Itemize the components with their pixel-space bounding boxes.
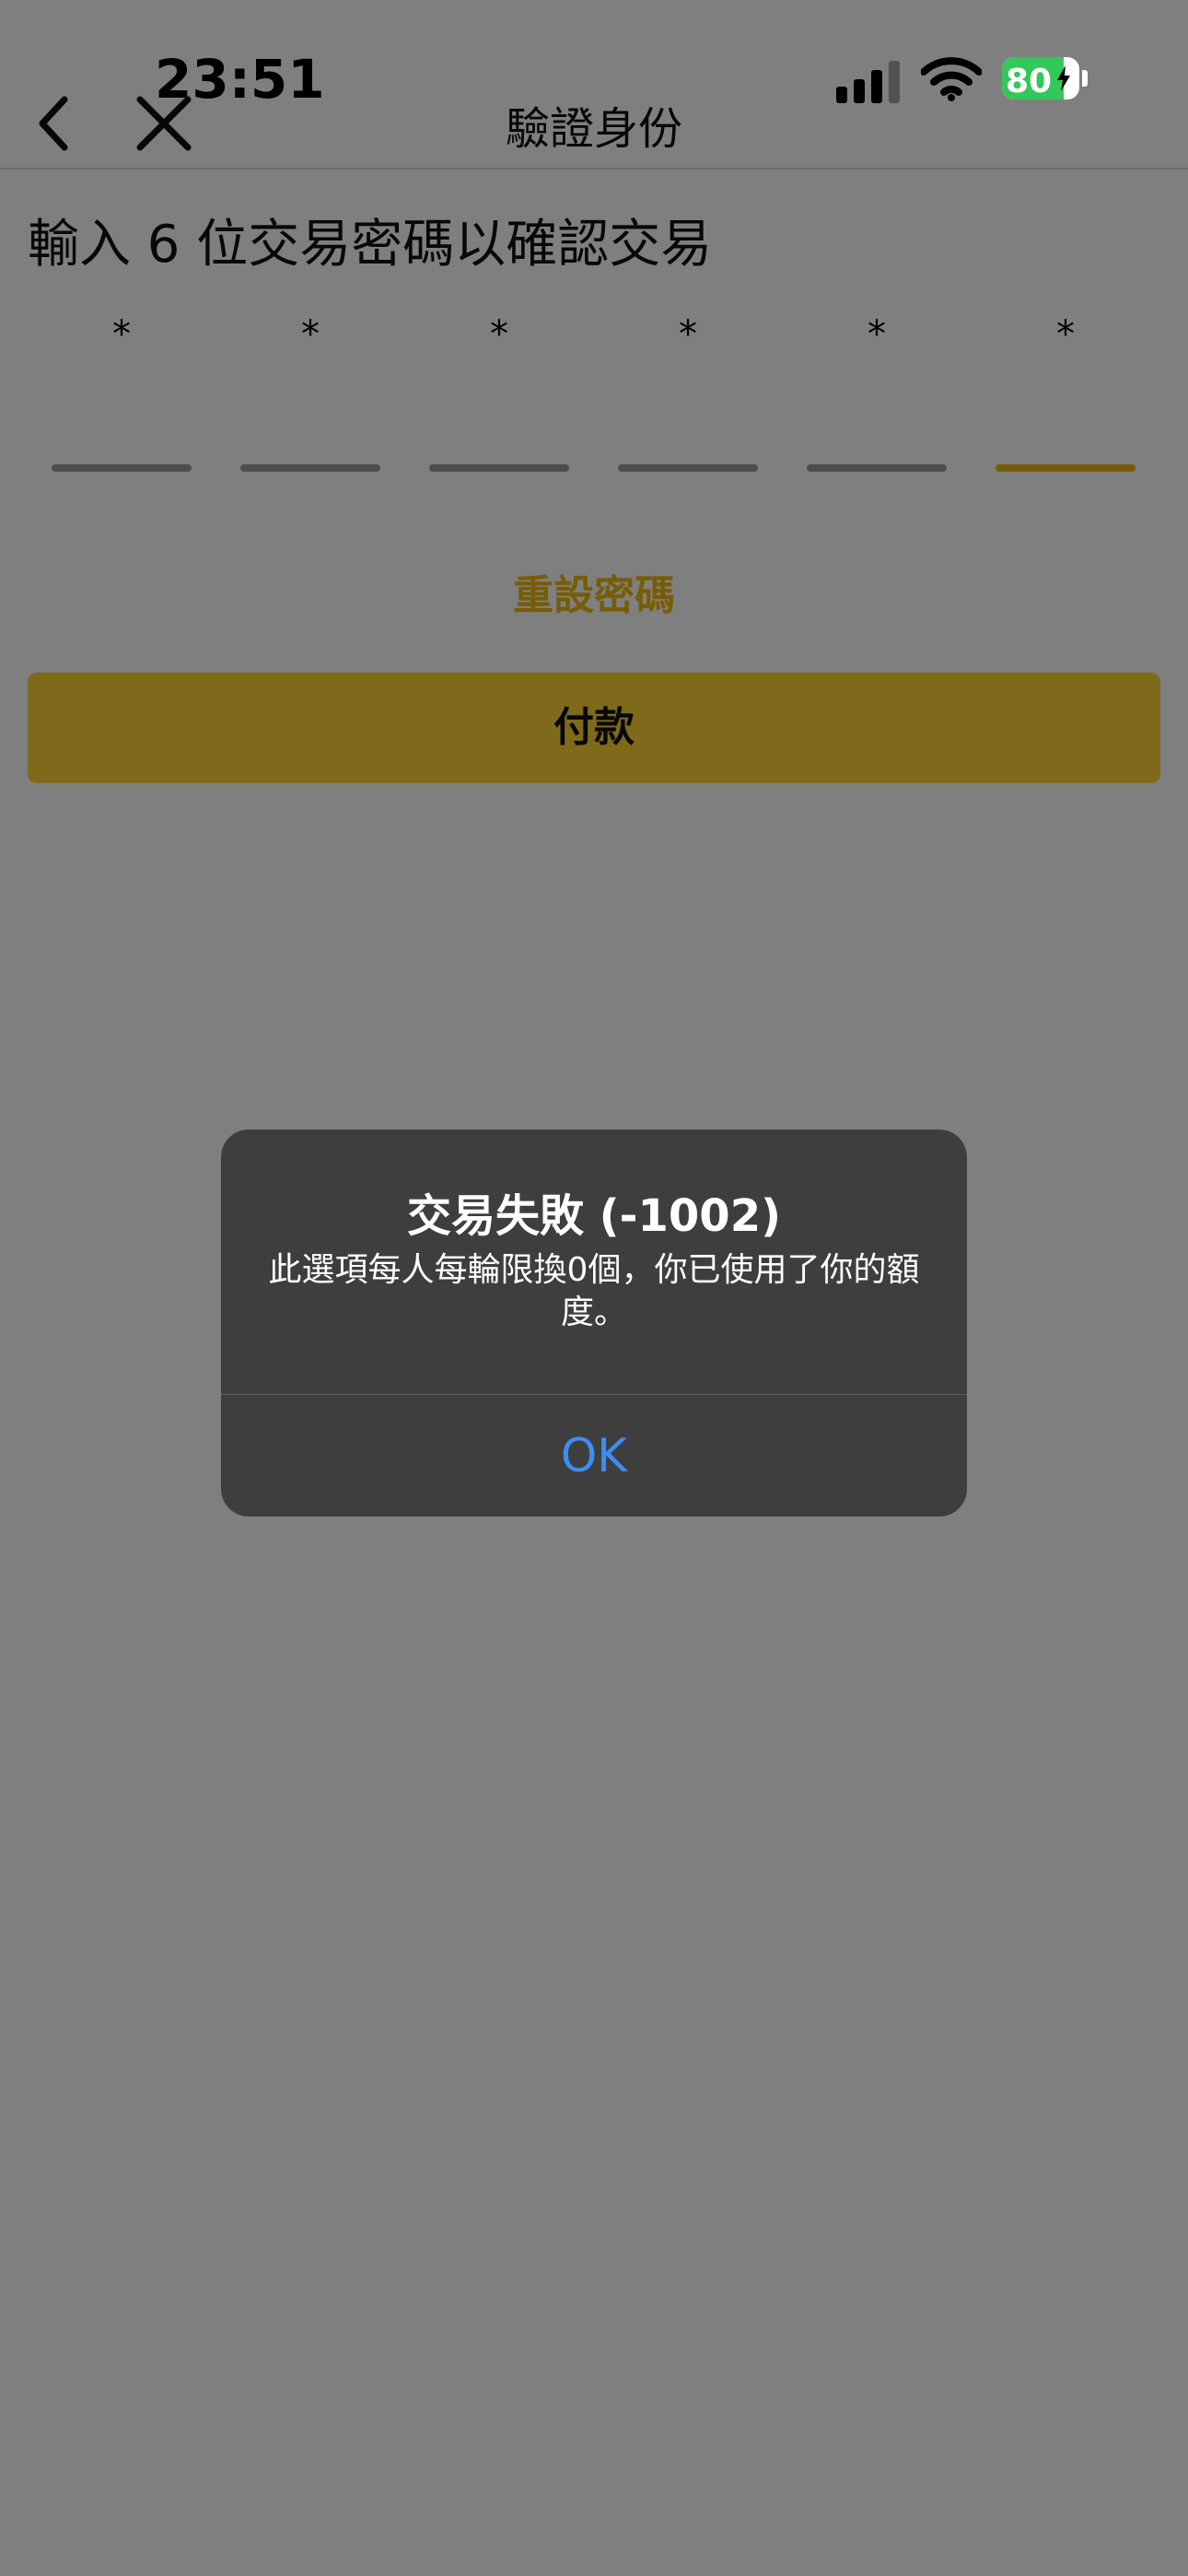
bolt-icon bbox=[1057, 65, 1070, 91]
wifi-icon bbox=[920, 55, 983, 105]
verify-identity-screen: 驗證身份 輸入 6 位交易密碼以確認交易 * * * * * * 重設密碼 bbox=[0, 0, 1188, 2576]
alert-ok-button[interactable]: OK bbox=[221, 1395, 967, 1516]
battery-tip bbox=[1082, 70, 1088, 87]
cellular-signal-icon bbox=[836, 61, 901, 103]
battery-indicator: 80 bbox=[1002, 57, 1079, 100]
battery-percent: 80 bbox=[1006, 63, 1053, 100]
status-time: 23:51 bbox=[155, 48, 325, 111]
alert-message: 此選項每人每輪限換0個，你已使用了你的額度。 bbox=[268, 1251, 920, 1331]
error-alert-dialog: 交易失敗 (-1002) 此選項每人每輪限換0個，你已使用了你的額度。 OK bbox=[221, 1130, 967, 1516]
alert-title: 交易失敗 (-1002) bbox=[406, 1190, 782, 1242]
